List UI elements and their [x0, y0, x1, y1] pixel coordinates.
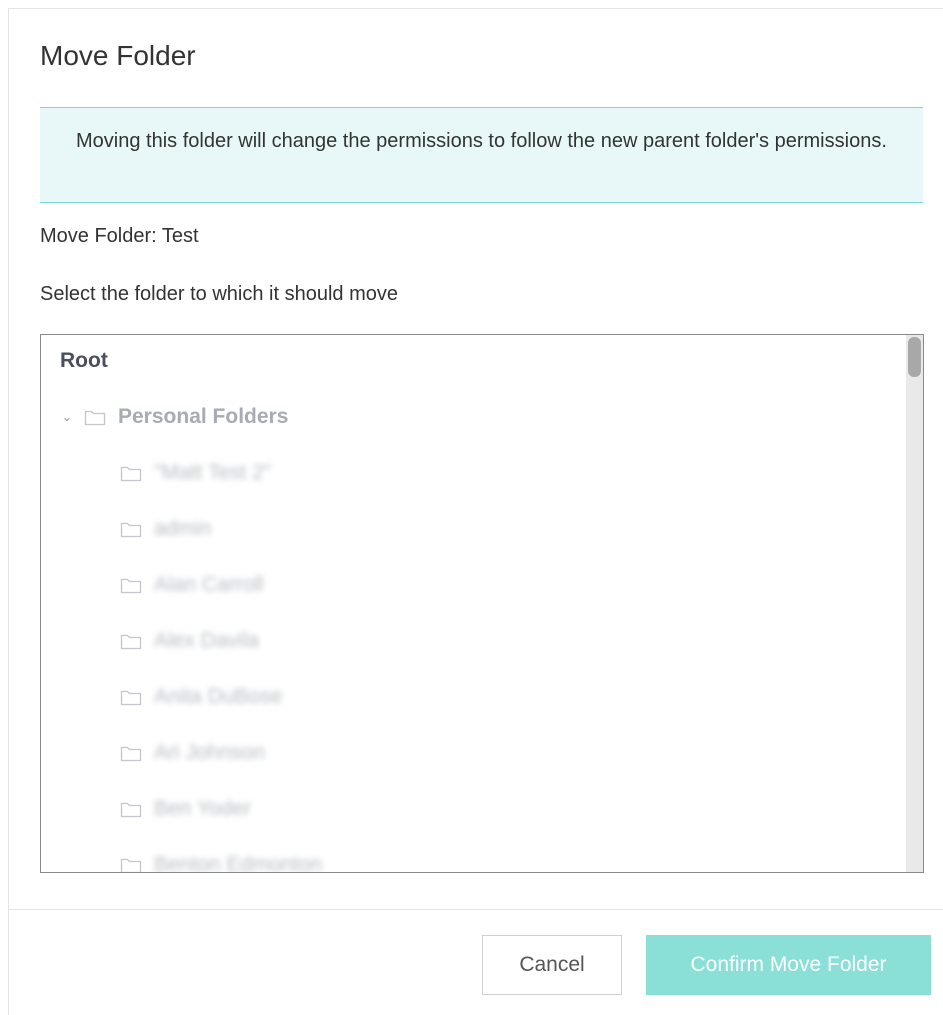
folder-icon: [120, 632, 142, 650]
tree-node-label: Benton Edmonton: [154, 853, 323, 873]
tree-node-label: admin: [154, 517, 212, 540]
folder-icon: [120, 688, 142, 706]
tree-node-child[interactable]: Ben Yoder: [120, 797, 251, 821]
tree-node-child[interactable]: Ari Johnson: [120, 741, 265, 765]
folder-icon: [120, 744, 142, 762]
permission-alert: Moving this folder will change the permi…: [40, 107, 923, 203]
tree-node-label: Ari Johnson: [154, 741, 265, 764]
chevron-down-icon[interactable]: ⌄: [60, 410, 74, 424]
tree-node-child[interactable]: Benton Edmonton: [120, 853, 323, 873]
select-folder-instruction: Select the folder to which it should mov…: [40, 283, 398, 305]
folder-icon: [120, 576, 142, 594]
tree-node-child[interactable]: admin: [120, 517, 211, 541]
folder-icon: [120, 800, 142, 818]
tree-node-child[interactable]: Alan Carroll: [120, 573, 264, 597]
tree-node-label: Ben Yoder: [154, 797, 251, 820]
tree-node-child[interactable]: Alex Davila: [120, 629, 259, 653]
move-folder-dialog: Move Folder Moving this folder will chan…: [8, 8, 943, 1015]
folder-tree[interactable]: Root ⌄ Personal Folders "Matt Test 2" adm…: [40, 334, 924, 873]
folder-icon: [120, 856, 142, 872]
confirm-move-folder-button[interactable]: Confirm Move Folder: [646, 935, 931, 995]
folder-icon: [84, 408, 106, 426]
tree-node-child[interactable]: "Matt Test 2": [120, 461, 271, 485]
scrollbar-thumb[interactable]: [908, 337, 921, 377]
tree-root[interactable]: Root: [60, 349, 108, 373]
move-folder-label: Move Folder: Test: [40, 225, 199, 247]
cancel-button[interactable]: Cancel: [482, 935, 622, 995]
tree-node-child[interactable]: Anita DuBose: [120, 685, 282, 709]
dialog-footer-divider: [9, 909, 943, 910]
folder-icon: [120, 464, 142, 482]
tree-node-label: Anita DuBose: [154, 685, 283, 708]
tree-node-label: "Matt Test 2": [154, 461, 272, 484]
folder-icon: [120, 520, 142, 538]
tree-node-label: Alan Carroll: [154, 573, 264, 596]
dialog-title: Move Folder: [40, 40, 196, 71]
tree-scrollbar[interactable]: [906, 335, 923, 872]
tree-node-label: Alex Davila: [154, 629, 260, 652]
tree-node-label: Personal Folders: [118, 405, 289, 428]
tree-node-personal-folders[interactable]: ⌄ Personal Folders: [60, 405, 289, 429]
